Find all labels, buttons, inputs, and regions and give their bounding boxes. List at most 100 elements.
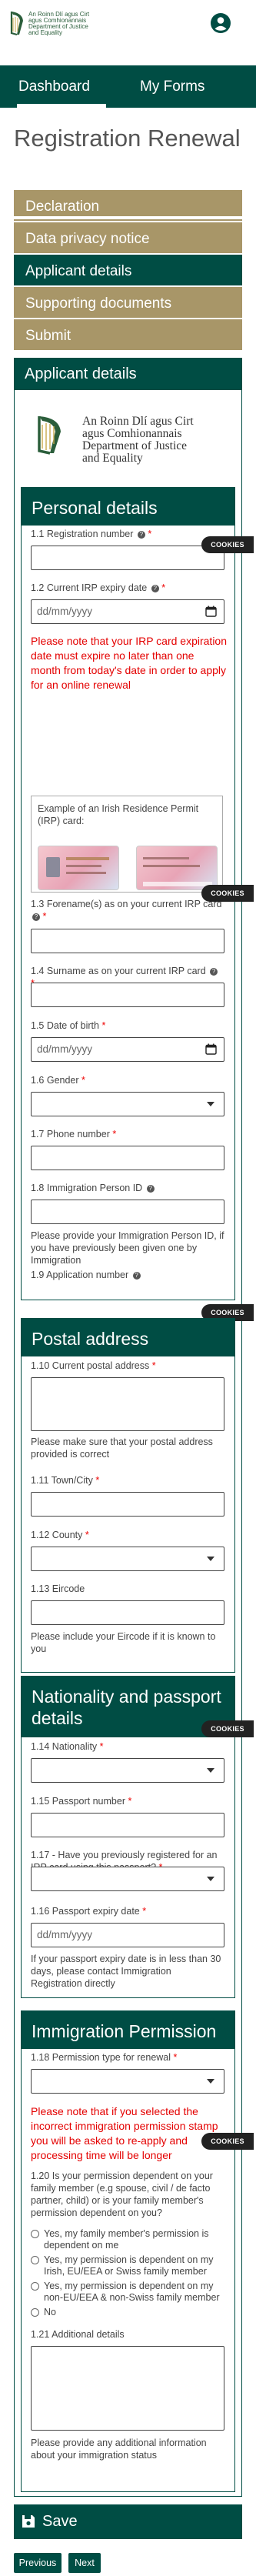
dependent-option-1[interactable]: Yes, my family member's permission is de… bbox=[31, 2228, 231, 2251]
top-header: An Roinn Dlí agus Cirt agus Comhionannai… bbox=[0, 0, 256, 65]
phone-label: 1.7 Phone number * bbox=[31, 1129, 117, 1140]
previous-button[interactable]: Previous bbox=[14, 2553, 62, 2573]
nav-dashboard-link[interactable]: Dashboard bbox=[17, 65, 91, 108]
irp-card-back-image bbox=[136, 846, 218, 890]
department-logo-text: An Roinn Dlí agus Cirt agus Comhionannai… bbox=[28, 12, 113, 36]
additional-details-textarea[interactable] bbox=[31, 2346, 224, 2431]
department-name: An Roinn Dlí agus Cirt agus Comhionannai… bbox=[82, 415, 205, 465]
chevron-down-icon bbox=[207, 1877, 214, 1881]
irp-expiry-warning: Please note that your IRP card expiratio… bbox=[31, 635, 228, 691]
calendar-icon[interactable] bbox=[205, 606, 217, 617]
town-input[interactable] bbox=[31, 1492, 224, 1517]
eircode-label: 1.13 Eircode bbox=[31, 1583, 85, 1594]
reg-number-label-text: 1.1 Registration number bbox=[31, 529, 134, 539]
passport-label-text: 1.15 Passport number bbox=[31, 1796, 125, 1807]
help-icon[interactable]: ? bbox=[151, 584, 159, 592]
surname-label-text: 1.4 Surname as on your current IRP card bbox=[31, 966, 206, 976]
floppy-disk-icon bbox=[22, 2515, 35, 2528]
department-line-2: agus Comhionannais bbox=[82, 427, 182, 440]
phone-input[interactable] bbox=[31, 1146, 224, 1170]
nationality-select[interactable] bbox=[31, 1758, 224, 1783]
eircode-input[interactable] bbox=[31, 1600, 224, 1625]
irp-expiry-label-text: 1.2 Current IRP expiry date bbox=[31, 582, 148, 593]
step-applicant-details[interactable]: Applicant details bbox=[14, 255, 242, 285]
help-icon[interactable]: ? bbox=[210, 967, 218, 976]
phone-label-text: 1.7 Phone number bbox=[31, 1129, 110, 1140]
permission-type-select[interactable] bbox=[31, 2069, 224, 2094]
immigration-id-help: Please provide your Immigration Person I… bbox=[31, 1230, 224, 1266]
dependent-question: 1.20 Is your permission dependent on you… bbox=[31, 2171, 213, 2218]
step-data-privacy[interactable]: Data privacy notice bbox=[14, 222, 242, 253]
department-line-1: An Roinn Dlí agus Cirt bbox=[82, 415, 194, 428]
additional-details-help: Please provide any additional informatio… bbox=[31, 2438, 207, 2461]
dependent-option-4[interactable]: No bbox=[31, 2307, 231, 2319]
permission-type-label-text: 1.18 Permission type for renewal bbox=[31, 2052, 171, 2063]
chevron-down-icon bbox=[207, 1768, 214, 1773]
surname-input[interactable] bbox=[31, 983, 224, 1007]
forenames-input[interactable] bbox=[31, 929, 224, 953]
permission-type-warning: Please note that if you selected the inc… bbox=[31, 2105, 218, 2161]
calendar-icon[interactable] bbox=[205, 1043, 217, 1055]
date-placeholder: dd/mm/yyyy bbox=[37, 606, 93, 617]
app-number-label: 1.9 Application number ? bbox=[31, 1269, 223, 1281]
town-label: 1.11 Town/City * bbox=[31, 1475, 100, 1486]
cookies-button[interactable]: COOKIES bbox=[201, 536, 254, 553]
user-account-icon[interactable] bbox=[210, 12, 231, 34]
permission-heading: Immigration Permission bbox=[21, 2010, 235, 2049]
radio-label: Yes, my permission is dependent on my no… bbox=[44, 2281, 220, 2303]
passport-label: 1.15 Passport number * bbox=[31, 1796, 132, 1807]
forenames-label: 1.3 Forename(s) as on your current IRP c… bbox=[31, 899, 222, 922]
help-icon[interactable]: ? bbox=[32, 913, 40, 921]
irp-expiry-date-input[interactable]: dd/mm/yyyy bbox=[31, 599, 224, 624]
help-icon[interactable]: ? bbox=[146, 1184, 155, 1193]
reg-number-input[interactable] bbox=[31, 546, 224, 570]
radio-button[interactable] bbox=[31, 2256, 39, 2264]
postal-address-label-text: 1.10 Current postal address bbox=[31, 1360, 150, 1371]
passport-input[interactable] bbox=[31, 1813, 224, 1837]
postal-address-heading: Postal address bbox=[21, 1318, 235, 1356]
irp-card-front-image bbox=[38, 846, 119, 890]
dependent-option-3[interactable]: Yes, my permission is dependent on my no… bbox=[31, 2281, 231, 2304]
next-button[interactable]: Next bbox=[68, 2553, 101, 2573]
cookies-button[interactable]: COOKIES bbox=[201, 1720, 254, 1737]
immigration-id-input[interactable] bbox=[31, 1200, 224, 1224]
postal-address-label: 1.10 Current postal address * bbox=[31, 1360, 156, 1371]
postal-address-textarea[interactable] bbox=[31, 1377, 224, 1431]
gender-select[interactable] bbox=[31, 1092, 224, 1116]
department-harp-icon bbox=[38, 416, 61, 455]
step-submit[interactable]: Submit bbox=[14, 319, 242, 350]
help-icon[interactable]: ? bbox=[137, 530, 145, 539]
radio-label: No bbox=[44, 2307, 56, 2317]
radio-label: Yes, my permission is dependent on my Ir… bbox=[44, 2254, 214, 2277]
save-button[interactable]: Save bbox=[14, 2504, 242, 2539]
step-supporting-documents[interactable]: Supporting documents bbox=[14, 287, 242, 318]
applicant-details-title: Applicant details bbox=[14, 358, 242, 390]
passport-expiry-label: 1.16 Passport expiry date * bbox=[31, 1906, 147, 1917]
cookies-button[interactable]: COOKIES bbox=[201, 885, 254, 902]
dob-date-input[interactable]: dd/mm/yyyy bbox=[31, 1037, 224, 1062]
radio-button[interactable] bbox=[31, 2282, 39, 2291]
help-icon[interactable]: ? bbox=[132, 1271, 141, 1280]
gender-label: 1.6 Gender * bbox=[31, 1075, 85, 1086]
radio-button[interactable] bbox=[31, 2308, 39, 2317]
nav-my-forms-link[interactable]: My Forms bbox=[140, 65, 204, 108]
step-separator bbox=[14, 216, 242, 219]
irp-expiry-label: 1.2 Current IRP expiry date ? * bbox=[31, 582, 166, 593]
irp-card-example: Example of an Irish Residence Permit (IR… bbox=[31, 796, 223, 893]
registered-select[interactable] bbox=[31, 1867, 224, 1891]
cookies-button[interactable]: COOKIES bbox=[201, 2133, 254, 2150]
date-placeholder: dd/mm/yyyy bbox=[37, 1043, 93, 1055]
app-number-label-text: 1.9 Application number bbox=[31, 1270, 129, 1280]
county-label-text: 1.12 County bbox=[31, 1530, 83, 1540]
radio-button[interactable] bbox=[31, 2230, 39, 2238]
permission-type-label: 1.18 Permission type for renewal * bbox=[31, 2052, 178, 2063]
main-nav: Dashboard My Forms bbox=[0, 65, 256, 108]
county-select[interactable] bbox=[31, 1547, 224, 1571]
passport-expiry-label-text: 1.16 Passport expiry date bbox=[31, 1906, 140, 1917]
page-title: Registration Renewal bbox=[14, 125, 241, 152]
dependent-option-2[interactable]: Yes, my permission is dependent on my Ir… bbox=[31, 2254, 231, 2277]
passport-expiry-date-input[interactable]: dd/mm/yyyy bbox=[31, 1923, 224, 1947]
chevron-down-icon bbox=[207, 2079, 214, 2084]
reg-number-label: 1.1 Registration number ? * bbox=[31, 529, 152, 539]
